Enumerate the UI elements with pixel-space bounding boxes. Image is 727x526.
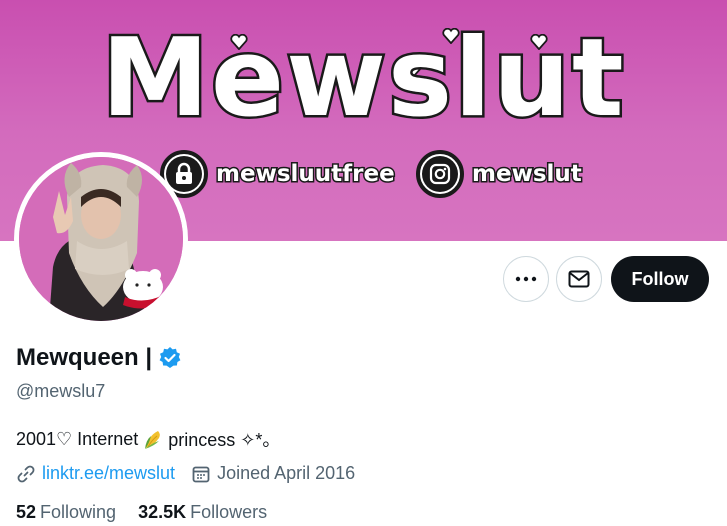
following-label: Following bbox=[40, 502, 117, 522]
following-link[interactable]: 52 Following bbox=[16, 502, 116, 523]
joined-date: Joined April 2016 bbox=[217, 463, 356, 483]
follow-button[interactable]: Follow bbox=[611, 256, 709, 302]
more-dots-icon bbox=[515, 276, 537, 282]
more-options-button[interactable] bbox=[503, 256, 549, 302]
banner-title: Mewslut bbox=[99, 14, 626, 144]
avatar[interactable] bbox=[14, 152, 188, 326]
joined-item: Joined April 2016 bbox=[191, 463, 355, 484]
avatar-photo bbox=[19, 157, 183, 321]
bio-text-start: 2001♡ Internet bbox=[16, 428, 139, 449]
corn-icon bbox=[145, 431, 161, 449]
envelope-icon bbox=[568, 270, 590, 288]
calendar-icon bbox=[192, 466, 210, 482]
user-handle: @mewslu7 bbox=[16, 381, 106, 401]
bio: 2001♡ Internet princess ✧*。 bbox=[16, 426, 280, 452]
profile-meta: linktr.ee/mewslut Joined April 2016 bbox=[16, 463, 371, 484]
profile-stats: 52 Following 32.5K Followers bbox=[16, 502, 289, 523]
name-row: Mewqueen | bbox=[16, 344, 182, 372]
banner-handle-text: mewsluutfree bbox=[215, 160, 397, 189]
banner-handle-instagram: mewslut bbox=[416, 150, 584, 198]
banner-handle-free: mewsluutfree bbox=[160, 150, 397, 198]
following-count: 52 bbox=[16, 502, 37, 522]
message-button[interactable] bbox=[556, 256, 602, 302]
link-icon bbox=[17, 465, 35, 482]
banner-handle-text: mewslut bbox=[471, 160, 584, 189]
display-name: Mewqueen | bbox=[16, 344, 153, 371]
profile-website-link[interactable]: linktr.ee/mewslut bbox=[42, 463, 175, 484]
profile-link-item: linktr.ee/mewslut bbox=[16, 463, 175, 484]
bio-text-end: princess ✧*。 bbox=[168, 430, 281, 450]
followers-link[interactable]: 32.5K Followers bbox=[138, 502, 267, 523]
followers-label: Followers bbox=[190, 502, 268, 522]
verified-badge-icon[interactable] bbox=[158, 346, 182, 370]
followers-count: 32.5K bbox=[138, 502, 187, 522]
instagram-icon bbox=[429, 163, 451, 185]
lock-icon bbox=[176, 162, 192, 184]
